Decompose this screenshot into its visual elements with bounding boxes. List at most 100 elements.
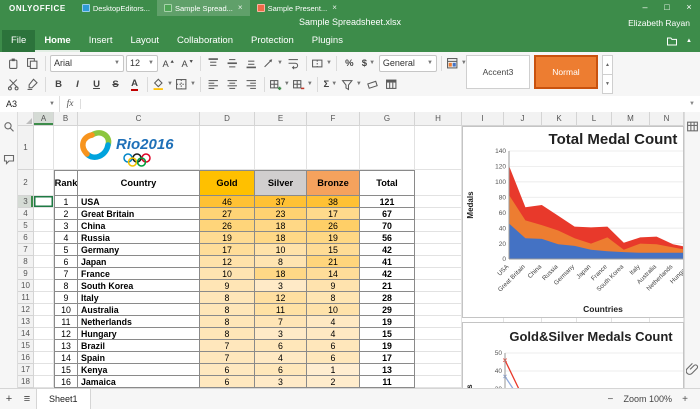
signature-paperclip-icon[interactable] xyxy=(686,362,699,380)
cell-B8[interactable]: 6 xyxy=(54,256,78,268)
cell-E3[interactable]: 37 xyxy=(255,196,307,208)
row-header-10[interactable]: 10 xyxy=(18,280,34,292)
cell-E7[interactable]: 10 xyxy=(255,244,307,256)
cell-D6[interactable]: 19 xyxy=(200,232,255,244)
select-all-button[interactable] xyxy=(18,112,34,126)
conditional-format-icon[interactable]: ▼ xyxy=(445,54,468,72)
tab-close-icon[interactable]: × xyxy=(238,4,243,12)
cell-F10[interactable]: 9 xyxy=(307,280,360,292)
cell-H17[interactable] xyxy=(415,364,462,376)
cell-F13[interactable]: 4 xyxy=(307,316,360,328)
row-header-4[interactable]: 4 xyxy=(18,208,34,220)
sort-filter-icon[interactable]: ▼ xyxy=(340,75,363,93)
cell-H5[interactable] xyxy=(415,220,462,232)
cell-C3[interactable]: USA xyxy=(78,196,200,208)
cell-H14[interactable] xyxy=(415,328,462,340)
cell-C13[interactable]: Netherlands xyxy=(78,316,200,328)
cell-H6[interactable] xyxy=(415,232,462,244)
cell-G11[interactable]: 28 xyxy=(360,292,415,304)
cell-H2[interactable] xyxy=(415,170,462,196)
cell-A9[interactable] xyxy=(34,268,54,280)
name-box[interactable]: A3 ▼ xyxy=(0,96,60,112)
row-header-1[interactable]: 1 xyxy=(18,126,34,170)
cell-A1[interactable] xyxy=(34,126,54,170)
cell-A4[interactable] xyxy=(34,208,54,220)
cell-C12[interactable]: Australia xyxy=(78,304,200,316)
window-tab-2[interactable]: Sample Spread...× xyxy=(157,0,250,16)
cell-D8[interactable]: 12 xyxy=(200,256,255,268)
cell-A14[interactable] xyxy=(34,328,54,340)
cell-E16[interactable]: 4 xyxy=(255,352,307,364)
cell-B2[interactable]: Rank xyxy=(54,170,78,196)
currency-style-button[interactable]: $▼ xyxy=(359,54,378,72)
cell-A2[interactable] xyxy=(34,170,54,196)
row-header-3[interactable]: 3 xyxy=(18,196,34,208)
cell-style-normal[interactable]: Normal xyxy=(534,55,598,89)
column-header-M[interactable]: M xyxy=(612,112,650,126)
format-painter-icon[interactable] xyxy=(23,75,42,93)
column-header-L[interactable]: L xyxy=(577,112,612,126)
font-size-select[interactable]: 12▼ xyxy=(126,55,158,72)
column-header-J[interactable]: J xyxy=(504,112,542,126)
cell-D17[interactable]: 6 xyxy=(200,364,255,376)
align-top-icon[interactable] xyxy=(204,54,223,72)
row-header-13[interactable]: 13 xyxy=(18,316,34,328)
cell-H1[interactable] xyxy=(415,126,462,170)
cell-C17[interactable]: Kenya xyxy=(78,364,200,376)
row-header-14[interactable]: 14 xyxy=(18,328,34,340)
format-as-table-icon[interactable] xyxy=(382,75,401,93)
cell-D11[interactable]: 8 xyxy=(200,292,255,304)
close-button[interactable]: × xyxy=(678,0,700,16)
row-header-17[interactable]: 17 xyxy=(18,364,34,376)
cell-B6[interactable]: 4 xyxy=(54,232,78,244)
cell-D7[interactable]: 17 xyxy=(200,244,255,256)
cell-D10[interactable]: 9 xyxy=(200,280,255,292)
tab-close-icon[interactable]: × xyxy=(332,4,337,12)
wrap-text-icon[interactable] xyxy=(284,54,303,72)
cell-D9[interactable]: 10 xyxy=(200,268,255,280)
row-header-2[interactable]: 2 xyxy=(18,170,34,196)
cut-icon[interactable] xyxy=(4,75,23,93)
copy-icon[interactable] xyxy=(23,54,42,72)
cell-H10[interactable] xyxy=(415,280,462,292)
menu-tab-collaboration[interactable]: Collaboration xyxy=(168,30,242,52)
merge-cells-icon[interactable]: ▼ xyxy=(310,54,333,72)
cell-C16[interactable]: Spain xyxy=(78,352,200,364)
insert-function-button[interactable]: fx xyxy=(60,99,81,109)
menu-tab-layout[interactable]: Layout xyxy=(121,30,168,52)
cell-G13[interactable]: 19 xyxy=(360,316,415,328)
cell-F4[interactable]: 17 xyxy=(307,208,360,220)
cell-F16[interactable]: 6 xyxy=(307,352,360,364)
cell-G2[interactable]: Total xyxy=(360,170,415,196)
column-header-B[interactable]: B xyxy=(54,112,78,126)
cell-B12[interactable]: 10 xyxy=(54,304,78,316)
cell-G18[interactable]: 11 xyxy=(360,376,415,388)
cell-C8[interactable]: Japan xyxy=(78,256,200,268)
cell-G12[interactable]: 29 xyxy=(360,304,415,316)
cell-A17[interactable] xyxy=(34,364,54,376)
formula-input[interactable] xyxy=(81,96,684,112)
cell-C9[interactable]: France xyxy=(78,268,200,280)
fill-color-icon[interactable]: ▼ xyxy=(151,75,174,93)
cell-D14[interactable]: 8 xyxy=(200,328,255,340)
formula-bar-collapse-icon[interactable]: ▼ xyxy=(684,101,700,107)
cell-A10[interactable] xyxy=(34,280,54,292)
row-header-11[interactable]: 11 xyxy=(18,292,34,304)
cell-B3[interactable]: 1 xyxy=(54,196,78,208)
clear-icon[interactable] xyxy=(363,75,382,93)
zoom-level-label[interactable]: Zoom 100% xyxy=(623,394,672,404)
cell-C18[interactable]: Jamaica xyxy=(78,376,200,388)
align-middle-icon[interactable] xyxy=(223,54,242,72)
cell-C5[interactable]: China xyxy=(78,220,200,232)
cell-H8[interactable] xyxy=(415,256,462,268)
cell-B17[interactable]: 15 xyxy=(54,364,78,376)
cell-F9[interactable]: 14 xyxy=(307,268,360,280)
italic-button[interactable]: I xyxy=(68,75,87,93)
cell-F1[interactable] xyxy=(307,126,360,170)
cell-A3[interactable] xyxy=(34,196,54,208)
cell-G10[interactable]: 21 xyxy=(360,280,415,292)
cell-E10[interactable]: 3 xyxy=(255,280,307,292)
borders-icon[interactable]: ▼ xyxy=(174,75,197,93)
cell-H4[interactable] xyxy=(415,208,462,220)
gallery-down-icon[interactable]: ▼ xyxy=(602,74,613,94)
